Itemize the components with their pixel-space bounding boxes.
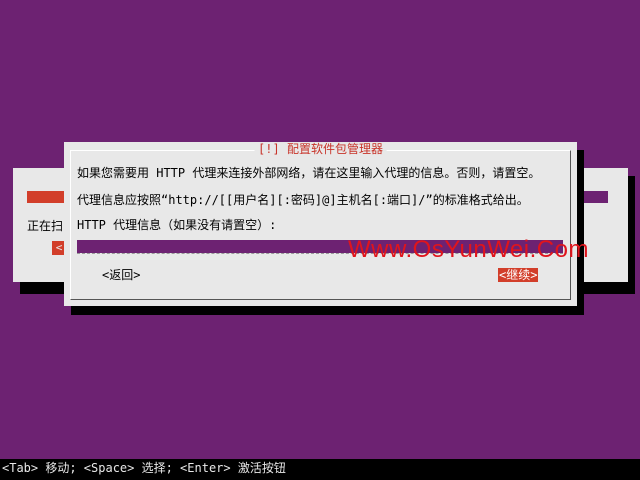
dialog-title: [!] 配置软件包管理器 (254, 142, 387, 156)
proxy-field-label: HTTP 代理信息（如果没有请置空）: (77, 218, 277, 232)
back-button[interactable]: <返回> (102, 268, 140, 282)
background-progress-bar (27, 191, 67, 203)
keyboard-help-bar: <Tab> 移动; <Space> 选择; <Enter> 激活按钮 (0, 459, 640, 480)
continue-button[interactable]: <继续> (498, 268, 539, 282)
dialog-description-line-1: 如果您需要用 HTTP 代理来连接外部网络，请在这里输入代理的信息。否则，请置空… (77, 166, 541, 180)
installer-screen: 正在扫 < [!] 配置软件包管理器 如果您需要用 HTTP 代理来连接外部网络… (0, 0, 640, 480)
dialog-description-line-2: 代理信息应按照“http://[[用户名][:密码]@]主机名[:端口]/”的标… (77, 193, 529, 207)
background-status-text: 正在扫 (27, 219, 64, 233)
proxy-config-dialog: [!] 配置软件包管理器 如果您需要用 HTTP 代理来连接外部网络，请在这里输… (64, 142, 577, 306)
watermark-text: Www.OsYunWei.Com (348, 236, 589, 263)
